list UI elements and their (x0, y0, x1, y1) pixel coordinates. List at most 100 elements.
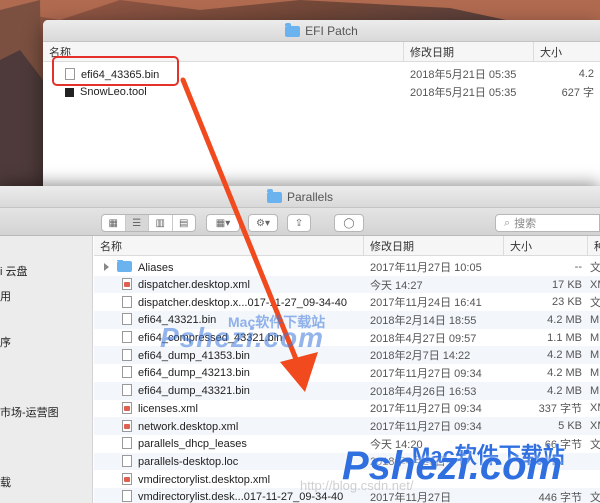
arrange-icon: ▦▾ (215, 217, 231, 229)
list-item[interactable]: network.desktop.xml 2017年11月27日 09:34 5 KB… (94, 417, 600, 435)
gallery-view-button[interactable]: ▤ (173, 215, 196, 231)
share-icon: ⇪ (294, 217, 304, 229)
file-size: -- (574, 260, 582, 273)
list-item[interactable]: licenses.xml 2017年11月27日 09:34 337 字节 XM (94, 400, 600, 418)
xml-file-icon (122, 278, 132, 291)
window-title: EFI Patch (305, 23, 358, 38)
list-item[interactable]: efi64_dump_43213.bin 2017年11月27日 09:34 4.2… (94, 364, 600, 382)
file-size: 1.1 MB (547, 331, 582, 344)
file-name: SnowLeo.tool (80, 86, 147, 98)
sidebar-item-downloads[interactable]: 载 (0, 474, 11, 490)
file-date: 2017年11月27日 09:34 (370, 403, 482, 416)
file-kind: 文 (590, 438, 600, 451)
window-titlebar[interactable]: Parallels (0, 186, 600, 208)
list-item[interactable]: Aliases 2017年11月27日 10:05 -- 文 (94, 258, 600, 276)
file-kind: 文 (590, 491, 600, 503)
icon-view-button[interactable]: ▦ (102, 215, 126, 231)
tags-button[interactable]: ◯ (334, 214, 364, 232)
file-icon (122, 331, 132, 344)
file-date: 2018年5月21日 05:35 (410, 87, 517, 99)
file-name: vmdirectorylist.desk...017-11-27_09-34-4… (138, 491, 344, 503)
gear-icon: ⚙▾ (256, 217, 270, 229)
search-placeholder: 搜索 (514, 218, 537, 230)
file-name: vmdirectorylist.desktop.xml (138, 473, 271, 486)
share-button[interactable]: ⇪ (287, 214, 311, 232)
efi-patch-window: EFI Patch 名称 修改日期 大小 efi64_43365.bin 201… (43, 20, 600, 188)
file-date: 今天 14:27 (370, 279, 423, 292)
file-kind: M (590, 366, 600, 379)
file-icon (122, 384, 132, 397)
file-date: 2017年11月27日 09:34 (370, 421, 482, 434)
xml-file-icon (122, 472, 132, 485)
list-item[interactable]: efi64_dump_43321.bin 2018年4月26日 16:53 4.2 … (94, 381, 600, 400)
highlight-box (52, 56, 179, 86)
file-icon (122, 490, 132, 503)
file-date: 2018年2月14日 18:55 (370, 314, 477, 327)
file-name: licenses.xml (138, 402, 198, 415)
file-date: 2017年11月27日 09:34 (370, 367, 482, 380)
sidebar-item-marketing[interactable]: 市场-运营图 (0, 404, 59, 420)
file-size: 4.2 MB (547, 313, 582, 326)
file-name: dispatcher.desktop.x...017-11-27_09-34-4… (138, 296, 347, 309)
file-name: parallels_dhcp_leases (138, 438, 247, 451)
xml-file-icon (122, 419, 132, 432)
list-item[interactable]: dispatcher.desktop.x...017-11-27_09-34-4… (94, 293, 600, 311)
sidebar-item-icloud[interactable]: i 云盘 (0, 263, 28, 279)
tag-icon: ◯ (343, 217, 355, 229)
window-titlebar[interactable]: EFI Patch (43, 20, 600, 42)
executable-icon (65, 88, 74, 97)
xml-file-icon (122, 401, 132, 414)
file-date: 2017年11月24日 16:41 (370, 297, 482, 310)
disclosure-triangle-icon[interactable] (104, 262, 109, 271)
file-size: 4.2 MB (547, 366, 582, 379)
file-kind: XM (590, 278, 600, 291)
file-size: 446 字节 (538, 491, 582, 503)
column-header-kind[interactable]: 种 (588, 236, 600, 255)
list-view-button[interactable]: ☰ (125, 215, 149, 231)
folder-icon (285, 23, 301, 37)
list-item[interactable]: dispatcher.desktop.xml 今天 14:27 17 KB XM (94, 275, 600, 294)
view-mode-control: ▦ ☰ ▥ ▤ (101, 214, 196, 232)
column-header-name[interactable]: 名称 (94, 236, 364, 255)
folder-icon (266, 189, 282, 203)
file-icon (122, 454, 132, 467)
arrange-button[interactable]: ▦▾ (206, 214, 240, 232)
file-name: parallels-desktop.loc (138, 455, 239, 468)
file-kind: M (590, 313, 600, 326)
column-header-date[interactable]: 修改日期 (404, 42, 534, 61)
file-date: 2018年2月7日 14:22 (370, 350, 471, 363)
file-size: 337 字节 (538, 403, 582, 416)
file-icon (122, 366, 132, 379)
file-name: efi64_dump_43213.bin (138, 367, 250, 380)
column-view-button[interactable]: ▥ (149, 215, 173, 231)
column-header: 名称 修改日期 大小 种 (94, 236, 600, 256)
action-button[interactable]: ⚙▾ (248, 214, 278, 232)
file-size: 23 KB (552, 296, 582, 309)
column-header-size[interactable]: 大小 (504, 236, 588, 255)
file-date: 2018年4月26日 16:53 (370, 385, 477, 398)
file-kind: M (590, 331, 600, 344)
folder-icon (117, 259, 132, 272)
file-date: 2018年4月27日 09:57 (370, 332, 477, 345)
file-kind: M (590, 384, 600, 397)
file-name: Aliases (138, 261, 174, 274)
sidebar-item-applications[interactable]: 用 (0, 288, 11, 304)
file-name: efi64_dump_43321.bin (138, 385, 250, 398)
file-kind: M (590, 349, 600, 362)
file-kind: XM (590, 420, 600, 433)
file-size: 627 字 (561, 87, 594, 99)
file-date: 2017年11月27日 10:05 (370, 261, 482, 274)
file-icon (122, 437, 132, 450)
file-size: 17 KB (552, 278, 582, 291)
file-size: 5 KB (558, 420, 582, 433)
file-name: network.desktop.xml (138, 420, 239, 433)
sidebar-item-programs[interactable]: 序 (0, 334, 11, 350)
column-header-date[interactable]: 修改日期 (364, 236, 504, 255)
file-icon (122, 295, 132, 308)
file-kind: 文 (590, 261, 600, 274)
file-size: 4.2 MB (547, 349, 582, 362)
column-header-size[interactable]: 大小 (534, 42, 600, 61)
search-field[interactable]: ⌕ 搜索 (495, 214, 600, 232)
search-icon: ⌕ (504, 216, 511, 229)
file-size: 4.2 (578, 68, 594, 80)
